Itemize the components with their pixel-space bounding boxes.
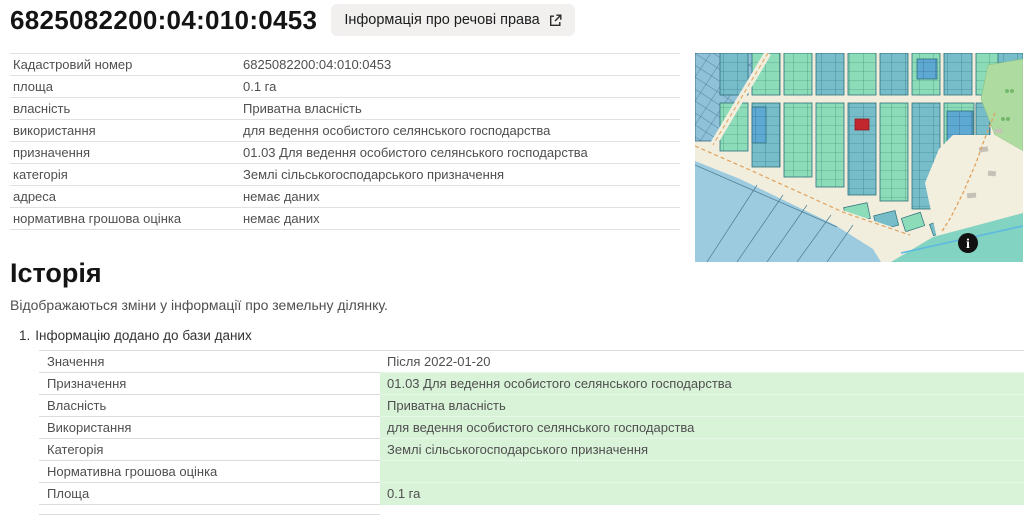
- row-value: Приватна власність: [243, 101, 680, 116]
- row-label: Використання: [39, 416, 380, 438]
- property-rights-button[interactable]: Інформація про речові права: [331, 4, 574, 36]
- entry-title-text: Інформацію додано до бази даних: [35, 328, 251, 343]
- history-entry-title: 1. Інформацію додано до бази даних: [19, 328, 1020, 343]
- table-row: власність Приватна власність: [10, 97, 680, 119]
- row-value: немає даних: [243, 211, 680, 226]
- table-row: адреса немає даних: [10, 185, 680, 207]
- page-title: 6825082200:04:010:0453: [10, 5, 317, 36]
- row-label: Призначення: [39, 372, 380, 394]
- table-row: площа 0.1 га: [10, 75, 680, 97]
- row-label: використання: [10, 123, 243, 138]
- row-label: Категорія: [39, 438, 380, 460]
- parcel-info-table: Кадастровий номер 6825082200:04:010:0453…: [10, 53, 680, 230]
- table-row: використання для ведення особистого селя…: [10, 119, 680, 141]
- external-link-icon: [549, 14, 562, 27]
- table-row: Призначення 01.03 Для ведення особистого…: [39, 372, 1024, 394]
- table-row: призначення 01.03 Для ведення особистого…: [10, 141, 680, 163]
- history-table: Значення Після 2022-01-20 Призначення 01…: [39, 350, 1024, 505]
- next-row-stub: [39, 514, 380, 521]
- table-row: Значення Після 2022-01-20: [39, 350, 1024, 372]
- cadastral-map[interactable]: i: [695, 53, 1023, 262]
- header: 6825082200:04:010:0453 Інформація про ре…: [10, 4, 575, 36]
- row-value: немає даних: [243, 189, 680, 204]
- table-row: Кадастровий номер 6825082200:04:010:0453: [10, 53, 680, 75]
- row-value: Землі сільськогосподарського призначення: [380, 438, 1024, 460]
- history-entry: 1. Інформацію додано до бази даних Значе…: [10, 328, 1020, 521]
- map-info-button[interactable]: i: [958, 233, 978, 253]
- row-label: адреса: [10, 189, 243, 204]
- row-label: Власність: [39, 394, 380, 416]
- table-row: Категорія Землі сільськогосподарського п…: [39, 438, 1024, 460]
- table-row: Використання для ведення особистого селя…: [39, 416, 1024, 438]
- history-section: Історія Відображаються зміни у інформаці…: [10, 258, 1020, 521]
- row-value: для ведення особистого селянського госпо…: [243, 123, 680, 138]
- row-value: Приватна власність: [380, 394, 1024, 416]
- row-value: [380, 460, 1024, 482]
- row-label: Нормативна грошова оцінка: [39, 460, 380, 482]
- table-row: Власність Приватна власність: [39, 394, 1024, 416]
- property-rights-button-label: Інформація про речові права: [344, 12, 539, 28]
- row-label: площа: [10, 79, 243, 94]
- row-label: категорія: [10, 167, 243, 182]
- table-row: категорія Землі сільськогосподарського п…: [10, 163, 680, 185]
- row-value: 6825082200:04:010:0453: [243, 57, 680, 72]
- row-value: 01.03 Для ведення особистого селянського…: [380, 372, 1024, 394]
- table-row: нормативна грошова оцінка немає даних: [10, 207, 680, 230]
- info-icon: i: [966, 237, 970, 252]
- row-value: Після 2022-01-20: [380, 350, 1024, 372]
- row-value: 0.1 га: [243, 79, 680, 94]
- table-row: Нормативна грошова оцінка: [39, 460, 1024, 482]
- row-value: 01.03 Для ведення особистого селянського…: [243, 145, 680, 160]
- row-label: призначення: [10, 145, 243, 160]
- entry-index: 1.: [19, 328, 30, 343]
- row-value: для ведення особистого селянського госпо…: [380, 416, 1024, 438]
- highlighted-parcel[interactable]: [855, 119, 869, 130]
- row-label: власність: [10, 101, 243, 116]
- row-label: Кадастровий номер: [10, 57, 243, 72]
- history-heading: Історія: [10, 258, 1020, 288]
- history-subtitle: Відображаються зміни у інформації про зе…: [10, 297, 1020, 313]
- row-value: Землі сільськогосподарського призначення: [243, 167, 680, 182]
- row-label: нормативна грошова оцінка: [10, 211, 243, 226]
- row-label: Значення: [39, 350, 380, 372]
